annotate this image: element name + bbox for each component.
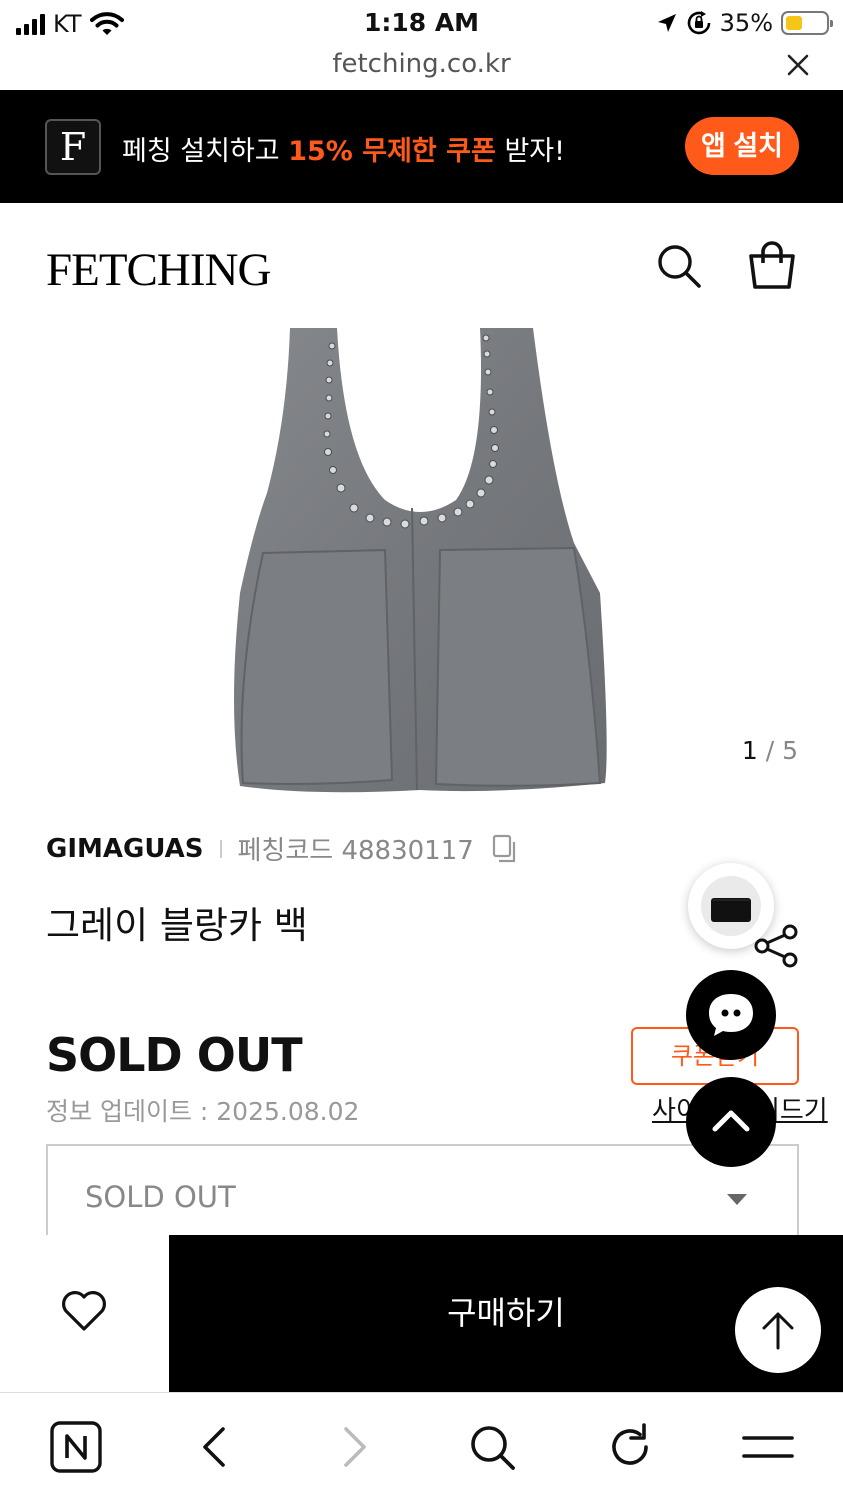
chat-button[interactable] xyxy=(686,970,776,1060)
chevron-up-icon xyxy=(712,1110,750,1132)
brand-row: GIMAGUAS 페칭코드 48830117 xyxy=(46,830,520,867)
purchase-bar: 구매하기 xyxy=(0,1235,843,1392)
status-bar: KT 1:18 AM 35% xyxy=(0,0,843,46)
naver-icon[interactable] xyxy=(46,1417,106,1477)
heart-icon xyxy=(62,1291,106,1331)
image-counter: 1 / 5 xyxy=(742,736,798,765)
orientation-lock-icon xyxy=(687,11,710,35)
wishlist-button[interactable] xyxy=(0,1235,169,1392)
share-icon[interactable] xyxy=(752,922,800,970)
chevron-down-icon xyxy=(727,1194,747,1205)
close-icon[interactable] xyxy=(783,50,813,80)
divider xyxy=(219,839,222,858)
site-header: FETCHING xyxy=(0,203,843,328)
banner-text-highlight: 15% 무제한 쿠폰 xyxy=(288,136,496,167)
back-icon[interactable] xyxy=(185,1417,245,1477)
browser-toolbar xyxy=(0,1392,843,1500)
reload-icon[interactable] xyxy=(600,1417,660,1477)
app-logo-icon: F xyxy=(45,119,101,175)
scroll-top-button[interactable] xyxy=(686,1077,776,1167)
image-counter-current: 1 xyxy=(741,736,758,765)
site-logo[interactable]: FETCHING xyxy=(46,243,271,297)
product-code: 페칭코드 48830117 xyxy=(237,836,474,866)
banner-text-after: 받자! xyxy=(495,136,565,167)
banner-text: 페칭 설치하고 15% 무제한 쿠폰 받자! xyxy=(122,129,565,168)
forward-icon[interactable] xyxy=(324,1417,384,1477)
url-bar: fetching.co.kr xyxy=(0,46,843,90)
brand-name[interactable]: GIMAGUAS xyxy=(46,834,204,864)
product-name: 그레이 블랑카 백 xyxy=(46,904,308,947)
search-icon[interactable] xyxy=(654,241,704,291)
battery-percent: 35% xyxy=(719,9,773,37)
option-select-value: SOLD OUT xyxy=(85,1180,236,1214)
app-install-button[interactable]: 앱 설치 xyxy=(685,117,799,175)
chat-bubble-icon xyxy=(709,994,753,1036)
menu-icon[interactable] xyxy=(738,1417,798,1477)
status-right: 35% xyxy=(656,9,833,37)
battery-icon xyxy=(781,11,833,35)
url-text[interactable]: fetching.co.kr xyxy=(0,49,843,79)
copy-icon[interactable] xyxy=(490,834,520,864)
location-arrow-icon xyxy=(657,14,676,32)
image-counter-separator: / xyxy=(765,736,775,765)
image-counter-total: 5 xyxy=(782,736,798,765)
scroll-up-button[interactable] xyxy=(735,1287,821,1373)
gray-suede-bag-image xyxy=(234,328,607,793)
banner-text-before: 페칭 설치하고 xyxy=(122,136,289,167)
app-install-banner: F 페칭 설치하고 15% 무제한 쿠폰 받자! 앱 설치 xyxy=(0,90,843,203)
shopping-bag-icon[interactable] xyxy=(746,241,798,293)
product-image[interactable]: 1 / 5 xyxy=(0,328,843,798)
price-status: SOLD OUT xyxy=(46,1028,303,1082)
search-icon[interactable] xyxy=(462,1417,522,1477)
update-info: 정보 업데이트 : 2025.08.02 xyxy=(46,1097,360,1126)
arrow-up-icon xyxy=(762,1312,794,1350)
